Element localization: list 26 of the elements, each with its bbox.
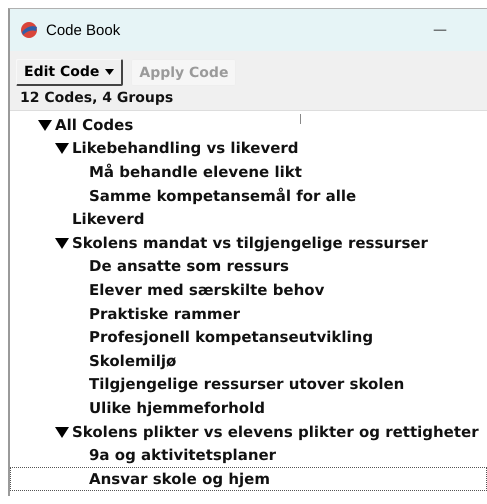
tree-item[interactable]: Elever med særskilte behov [10, 278, 487, 302]
tree-item[interactable]: Skolens plikter vs elevens plikter og rettigheter [10, 420, 487, 444]
menu-button[interactable]: Edit Code [16, 59, 124, 86]
tree-item[interactable]: De ansatte som ressurs [10, 254, 487, 278]
tree-item[interactable]: Profesjonell kompetanseutvikling [10, 325, 487, 349]
expanded-triangle-icon[interactable] [38, 118, 52, 131]
tree-item[interactable]: 9a og aktivitetsplaner [10, 443, 487, 467]
expanded-triangle-icon[interactable] [55, 426, 69, 438]
tree-item[interactable]: Skolemiljø [10, 348, 487, 373]
minimize-button[interactable]: — [433, 22, 447, 38]
expanded-triangle-icon[interactable] [55, 236, 69, 249]
tree-item[interactable]: Likebehandling vs likeverd [10, 136, 487, 160]
tree-item[interactable]: Likeverd [10, 207, 487, 231]
tree-item[interactable]: Tilgjengelige ressurser utover skolen [10, 372, 487, 396]
app-logo-icon [20, 21, 38, 39]
tree-item[interactable]: Skolens mandat vs tilgjengelige ressurser [10, 230, 487, 255]
caret-icon [105, 69, 114, 75]
code-count: 12 Codes, 4 Groups [19, 89, 174, 108]
window-title: Code Book [46, 22, 122, 38]
tree-item[interactable]: Må behandle elevene likt [10, 160, 487, 184]
tree-item[interactable]: Ulike hjemmeforhold [10, 396, 487, 420]
tree-item[interactable]: Praktiske rammer [10, 302, 487, 326]
expanded-triangle-icon[interactable] [55, 142, 69, 154]
tree-item[interactable]: All Codes [10, 113, 487, 137]
tree-item[interactable]: Samme kompetansemål for alle [10, 184, 487, 208]
tree-item[interactable]: Ansvar skole og hjem [10, 466, 487, 490]
